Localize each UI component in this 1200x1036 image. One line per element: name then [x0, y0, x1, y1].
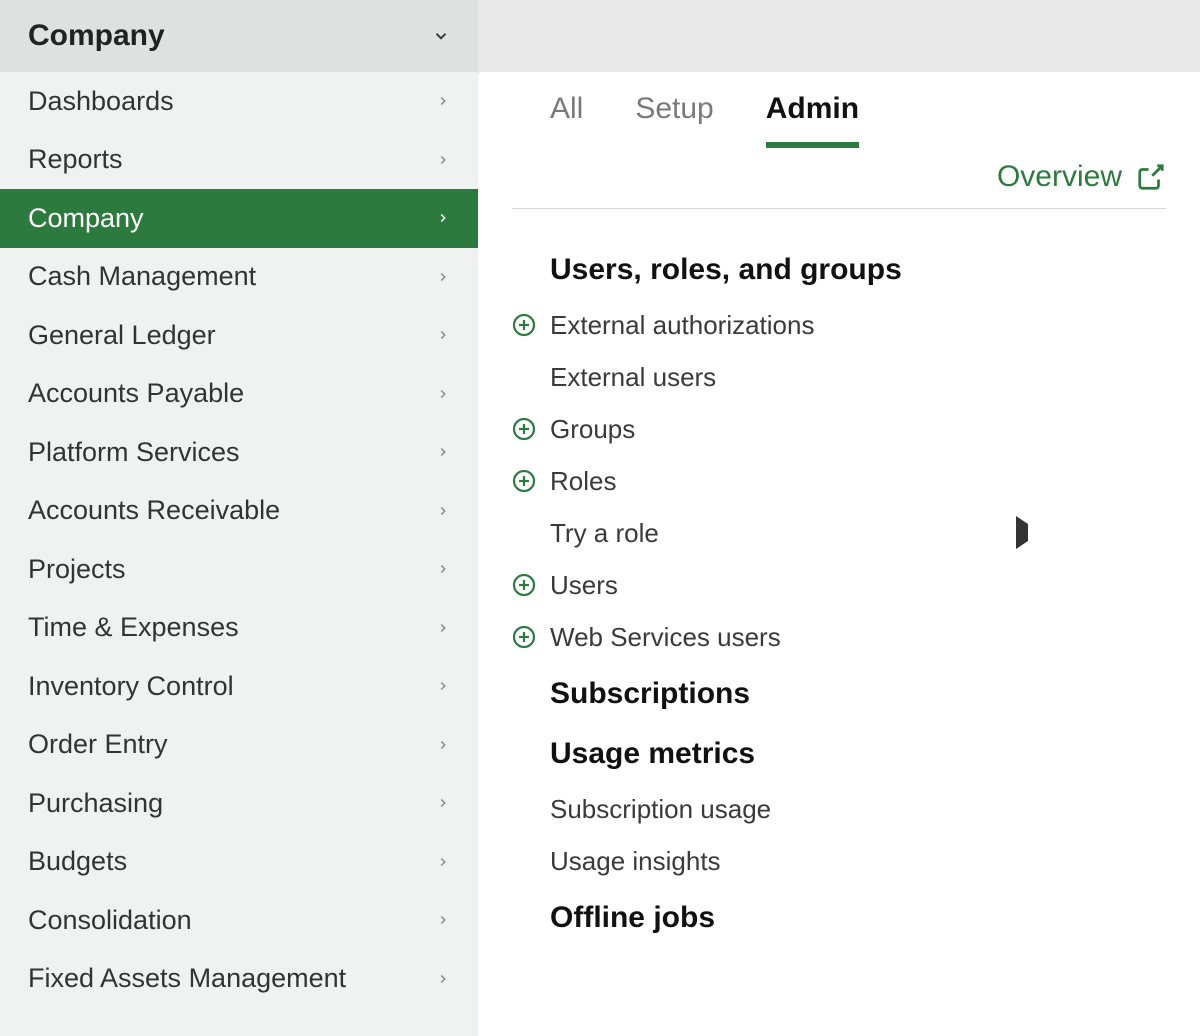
sidebar-item-accounts-receivable[interactable]: Accounts Receivable: [0, 482, 478, 541]
chevron-right-icon: [436, 679, 450, 693]
menu-item-label: External authorizations: [550, 310, 814, 341]
icon-spacer: [512, 797, 536, 821]
menu-item-label: Users: [550, 570, 618, 601]
overview-row: Overview: [478, 148, 1200, 208]
sidebar-nav: Dashboards Reports Company Cash Management G…: [0, 72, 478, 1036]
sidebar-item-label: Fixed Assets Management: [28, 963, 346, 994]
sidebar-item-label: Consolidation: [28, 905, 192, 936]
chevron-right-icon: [436, 738, 450, 752]
menu-item-external-authorizations[interactable]: External authorizations: [512, 299, 1166, 351]
chevron-right-icon: [436, 153, 450, 167]
sidebar: Company Dashboards Reports Company Cash Man…: [0, 0, 478, 1036]
sidebar-item-label: Company: [28, 203, 144, 234]
tab-all[interactable]: All: [550, 92, 583, 148]
menu-list: External authorizations External users Gro…: [512, 299, 1166, 663]
sidebar-item-label: Reports: [28, 144, 123, 175]
sidebar-item-company[interactable]: Company: [0, 189, 478, 248]
sidebar-item-dashboards[interactable]: Dashboards: [0, 72, 478, 131]
icon-spacer: [512, 849, 536, 873]
sidebar-item-budgets[interactable]: Budgets: [0, 833, 478, 892]
sidebar-item-label: General Ledger: [28, 320, 216, 351]
main-panel: All Setup Admin Overview Users, roles, and…: [478, 72, 1200, 1036]
top-bar-spacer: [478, 0, 1200, 72]
menu-item-roles[interactable]: Roles: [512, 455, 1166, 507]
menu-item-label: External users: [550, 362, 716, 393]
sidebar-item-platform-services[interactable]: Platform Services: [0, 423, 478, 482]
plus-circle-icon[interactable]: [512, 469, 536, 493]
external-link-icon[interactable]: [1136, 162, 1166, 192]
sidebar-item-label: Accounts Receivable: [28, 495, 280, 526]
menu-item-label: Try a role: [550, 518, 659, 549]
chevron-right-icon: [436, 211, 450, 225]
sidebar-item-label: Platform Services: [28, 437, 240, 468]
sidebar-item-reports[interactable]: Reports: [0, 131, 478, 190]
tab-setup[interactable]: Setup: [635, 92, 713, 148]
chevron-right-icon: [436, 270, 450, 284]
plus-circle-icon[interactable]: [512, 625, 536, 649]
sidebar-item-consolidation[interactable]: Consolidation: [0, 891, 478, 950]
content: Users, roles, and groups External authori…: [478, 239, 1200, 947]
chevron-right-icon: [436, 796, 450, 810]
tabs-row: All Setup Admin: [478, 80, 1200, 148]
sidebar-item-accounts-payable[interactable]: Accounts Payable: [0, 365, 478, 424]
sidebar-item-label: Accounts Payable: [28, 378, 244, 409]
sidebar-item-cash-management[interactable]: Cash Management: [0, 248, 478, 307]
sidebar-item-inventory-control[interactable]: Inventory Control: [0, 657, 478, 716]
section-heading-subscriptions: Subscriptions: [550, 677, 1166, 711]
menu-item-web-services-users[interactable]: Web Services users: [512, 611, 1166, 663]
menu-item-subscription-usage[interactable]: Subscription usage: [512, 783, 1166, 835]
chevron-right-icon: [436, 621, 450, 635]
plus-circle-icon[interactable]: [512, 313, 536, 337]
menu-list: Subscription usage Usage insights: [512, 783, 1166, 887]
menu-item-label: Usage insights: [550, 846, 721, 877]
menu-item-label: Subscription usage: [550, 794, 771, 825]
sidebar-item-fixed-assets-management[interactable]: Fixed Assets Management: [0, 950, 478, 1009]
submenu-arrow-icon: [1016, 524, 1028, 542]
section-heading-usage-metrics: Usage metrics: [550, 737, 1166, 771]
menu-item-label: Web Services users: [550, 622, 781, 653]
section-heading-offline-jobs: Offline jobs: [550, 901, 1166, 935]
chevron-right-icon: [436, 94, 450, 108]
sidebar-header-title: Company: [28, 19, 165, 53]
sidebar-item-label: Cash Management: [28, 261, 256, 292]
sidebar-item-projects[interactable]: Projects: [0, 540, 478, 599]
sidebar-item-time-expenses[interactable]: Time & Expenses: [0, 599, 478, 658]
plus-circle-icon[interactable]: [512, 573, 536, 597]
sidebar-header[interactable]: Company: [0, 0, 478, 72]
chevron-right-icon: [436, 855, 450, 869]
menu-item-groups[interactable]: Groups: [512, 403, 1166, 455]
chevron-right-icon: [436, 504, 450, 518]
icon-spacer: [512, 365, 536, 389]
chevron-right-icon: [436, 445, 450, 459]
sidebar-item-label: Purchasing: [28, 788, 163, 819]
chevron-right-icon: [436, 387, 450, 401]
icon-spacer: [512, 521, 536, 545]
sidebar-item-label: Budgets: [28, 846, 127, 877]
chevron-right-icon: [436, 562, 450, 576]
sidebar-item-order-entry[interactable]: Order Entry: [0, 716, 478, 775]
tab-admin[interactable]: Admin: [766, 92, 859, 148]
chevron-down-icon: [432, 27, 450, 45]
menu-item-users[interactable]: Users: [512, 559, 1166, 611]
chevron-right-icon: [436, 328, 450, 342]
sidebar-item-label: Order Entry: [28, 729, 168, 760]
section-heading-users-roles-and-groups: Users, roles, and groups: [550, 253, 1166, 287]
sidebar-item-label: Projects: [28, 554, 126, 585]
sidebar-item-label: Time & Expenses: [28, 612, 239, 643]
overview-link[interactable]: Overview: [997, 160, 1122, 194]
plus-circle-icon[interactable]: [512, 417, 536, 441]
menu-item-try-a-role[interactable]: Try a role: [512, 507, 1166, 559]
sidebar-item-general-ledger[interactable]: General Ledger: [0, 306, 478, 365]
menu-item-label: Groups: [550, 414, 635, 445]
chevron-right-icon: [436, 972, 450, 986]
sidebar-item-label: Dashboards: [28, 86, 174, 117]
menu-item-usage-insights[interactable]: Usage insights: [512, 835, 1166, 887]
menu-item-label: Roles: [550, 466, 616, 497]
sidebar-item-label: Inventory Control: [28, 671, 234, 702]
chevron-right-icon: [436, 913, 450, 927]
sidebar-item-purchasing[interactable]: Purchasing: [0, 774, 478, 833]
divider: [512, 208, 1166, 209]
menu-item-external-users[interactable]: External users: [512, 351, 1166, 403]
